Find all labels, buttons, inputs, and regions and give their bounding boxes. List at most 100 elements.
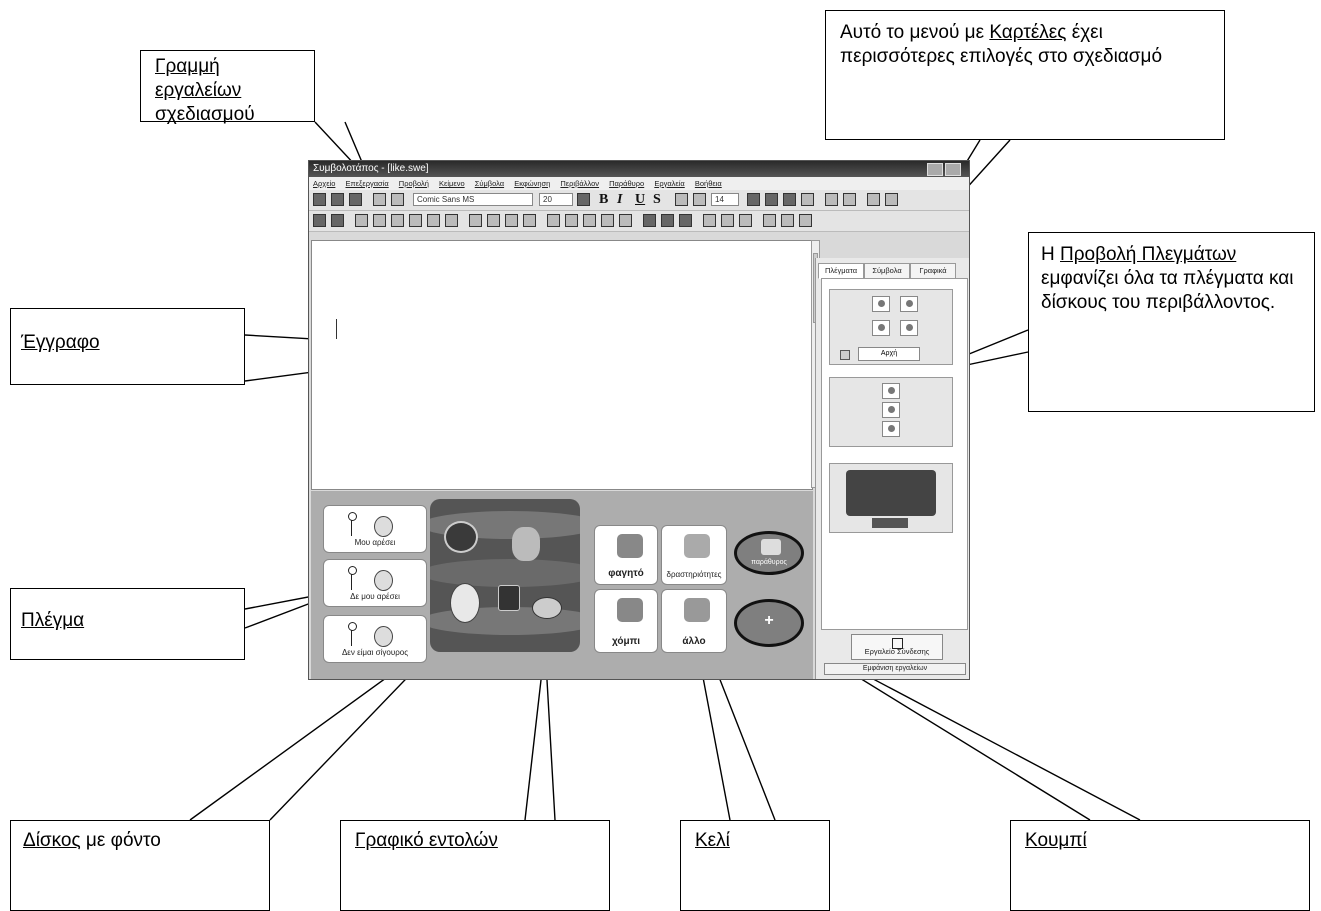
window-button[interactable]: παράθυρος bbox=[734, 531, 804, 575]
align-center-icon[interactable] bbox=[661, 214, 674, 227]
disk-thumbnail bbox=[846, 470, 936, 516]
undo-icon[interactable] bbox=[825, 193, 838, 206]
delete-column-icon[interactable] bbox=[565, 214, 578, 227]
picture-side-icon[interactable] bbox=[739, 214, 752, 227]
grid-thumbnail-2[interactable] bbox=[829, 377, 953, 447]
paste-icon[interactable] bbox=[391, 193, 404, 206]
line-spacing-select[interactable]: 14 bbox=[711, 193, 739, 206]
cell-picture-icon[interactable] bbox=[427, 214, 440, 227]
callout-document-text: Έγγραφο bbox=[21, 332, 100, 353]
indent-icon[interactable] bbox=[675, 193, 688, 206]
cell-activities[interactable]: δραστηριότητες bbox=[661, 525, 727, 585]
cell-style-icon[interactable] bbox=[373, 214, 386, 227]
cell-food[interactable]: φαγητό bbox=[594, 525, 658, 585]
disk-with-background[interactable] bbox=[430, 499, 580, 652]
user-mode-icon[interactable] bbox=[331, 214, 344, 227]
apple-icon[interactable] bbox=[444, 521, 478, 553]
speech-icon[interactable] bbox=[765, 193, 778, 206]
font-size-select[interactable]: 20 bbox=[539, 193, 573, 206]
strike-button[interactable]: S bbox=[653, 193, 667, 207]
font-name-select[interactable]: Comic Sans MS bbox=[413, 193, 533, 206]
menu-text[interactable]: Κείμενο bbox=[439, 179, 465, 188]
picture-bottom-icon[interactable] bbox=[721, 214, 734, 227]
menu-symbols[interactable]: Σύμβολα bbox=[475, 179, 504, 188]
cell-unsure-label: Δεν είμαι σίγουρος bbox=[341, 648, 409, 657]
tab-grids[interactable]: Πλέγματα bbox=[818, 263, 864, 279]
more-button[interactable]: + bbox=[734, 599, 804, 647]
show-tools-button[interactable]: Εμφάνιση εργαλείων bbox=[824, 663, 966, 675]
menu-tools[interactable]: Εργαλεία bbox=[654, 179, 684, 188]
cell-border-icon[interactable] bbox=[409, 214, 422, 227]
cell-dislike[interactable]: Δε μου αρέσει bbox=[323, 559, 427, 607]
checkbox-icon[interactable] bbox=[840, 350, 850, 360]
grid-view-panel: Πλέγματα Σύμβολα Γραφικά Αρχή Εργαλείο Σ… bbox=[815, 258, 969, 679]
menu-speech[interactable]: Εκφώνηση bbox=[514, 179, 550, 188]
gear-icon[interactable] bbox=[487, 214, 500, 227]
new-icon[interactable] bbox=[313, 193, 326, 206]
mini-cell bbox=[900, 320, 918, 336]
cell-fill-icon[interactable] bbox=[391, 214, 404, 227]
callout-tabs-link: Καρτέλες bbox=[989, 22, 1067, 43]
callout-cell: Κελί bbox=[680, 820, 830, 911]
cell-dislike-label: Δε μου αρέσει bbox=[350, 592, 400, 601]
add-link-icon[interactable] bbox=[763, 214, 776, 227]
picture-top-icon[interactable] bbox=[703, 214, 716, 227]
grapes-icon[interactable] bbox=[512, 527, 540, 561]
menu-window[interactable]: Παράθυρο bbox=[609, 179, 644, 188]
design-mode-icon[interactable] bbox=[313, 214, 326, 227]
menu-edit[interactable]: Επεξεργασία bbox=[345, 179, 388, 188]
text-color-icon[interactable] bbox=[577, 193, 590, 206]
document-area[interactable] bbox=[311, 240, 813, 490]
window-icon bbox=[761, 539, 781, 555]
insert-row-icon[interactable] bbox=[583, 214, 596, 227]
underline-button[interactable]: U bbox=[635, 193, 649, 207]
tab-symbols[interactable]: Σύμβολα bbox=[864, 263, 910, 279]
cell-unsure[interactable]: Δεν είμαι σίγουρος bbox=[323, 615, 427, 663]
menu-environment[interactable]: Περιβάλλον bbox=[560, 179, 599, 188]
layer-icon[interactable] bbox=[523, 214, 536, 227]
text-cursor-icon[interactable] bbox=[867, 193, 880, 206]
copy-icon[interactable] bbox=[373, 193, 386, 206]
align-left-icon[interactable] bbox=[643, 214, 656, 227]
table-icon[interactable] bbox=[619, 214, 632, 227]
maximize-button[interactable] bbox=[945, 163, 961, 176]
sparkle-icon[interactable] bbox=[505, 214, 518, 227]
egg-icon[interactable] bbox=[450, 583, 480, 623]
fries-icon[interactable] bbox=[498, 585, 520, 611]
picture-icon[interactable] bbox=[747, 193, 760, 206]
italic-button[interactable]: I bbox=[617, 193, 631, 207]
select-icon[interactable] bbox=[469, 214, 482, 227]
tab-graphics[interactable]: Γραφικά bbox=[910, 263, 956, 279]
bowl-icon[interactable] bbox=[532, 597, 562, 619]
link-tool-button[interactable]: Εργαλείο Σύνδεσης bbox=[851, 634, 943, 660]
grid-icon[interactable] bbox=[355, 214, 368, 227]
pointer-icon[interactable] bbox=[885, 193, 898, 206]
redo-icon[interactable] bbox=[843, 193, 856, 206]
minimize-button[interactable] bbox=[927, 163, 943, 176]
exclaim-icon[interactable] bbox=[781, 214, 794, 227]
back-arrow-icon[interactable] bbox=[799, 214, 812, 227]
person-icon bbox=[344, 566, 360, 592]
delete-row-icon[interactable] bbox=[601, 214, 614, 227]
plus-icon: + bbox=[764, 612, 774, 629]
mini-cell bbox=[872, 320, 890, 336]
cell-like-label: Μου αρέσει bbox=[354, 538, 396, 547]
menu-help[interactable]: Βοήθεια bbox=[695, 179, 722, 188]
grid-thumbnail-3[interactable] bbox=[829, 463, 953, 533]
open-icon[interactable] bbox=[331, 193, 344, 206]
symbol-icon[interactable] bbox=[783, 193, 796, 206]
shape-icon[interactable] bbox=[801, 193, 814, 206]
cell-other[interactable]: άλλο bbox=[661, 589, 727, 653]
insert-column-icon[interactable] bbox=[547, 214, 560, 227]
bold-button[interactable]: B bbox=[599, 193, 613, 207]
menu-view[interactable]: Προβολή bbox=[399, 179, 429, 188]
callout-grid: Πλέγμα bbox=[10, 588, 245, 660]
grid-thumbnail-start[interactable]: Αρχή bbox=[829, 289, 953, 365]
cell-shadow-icon[interactable] bbox=[445, 214, 458, 227]
align-right-icon[interactable] bbox=[679, 214, 692, 227]
save-icon[interactable] bbox=[349, 193, 362, 206]
cell-like[interactable]: Μου αρέσει bbox=[323, 505, 427, 553]
menu-file[interactable]: Αρχείο bbox=[313, 179, 335, 188]
cell-hobby[interactable]: χόμπι bbox=[594, 589, 658, 653]
outdent-icon[interactable] bbox=[693, 193, 706, 206]
